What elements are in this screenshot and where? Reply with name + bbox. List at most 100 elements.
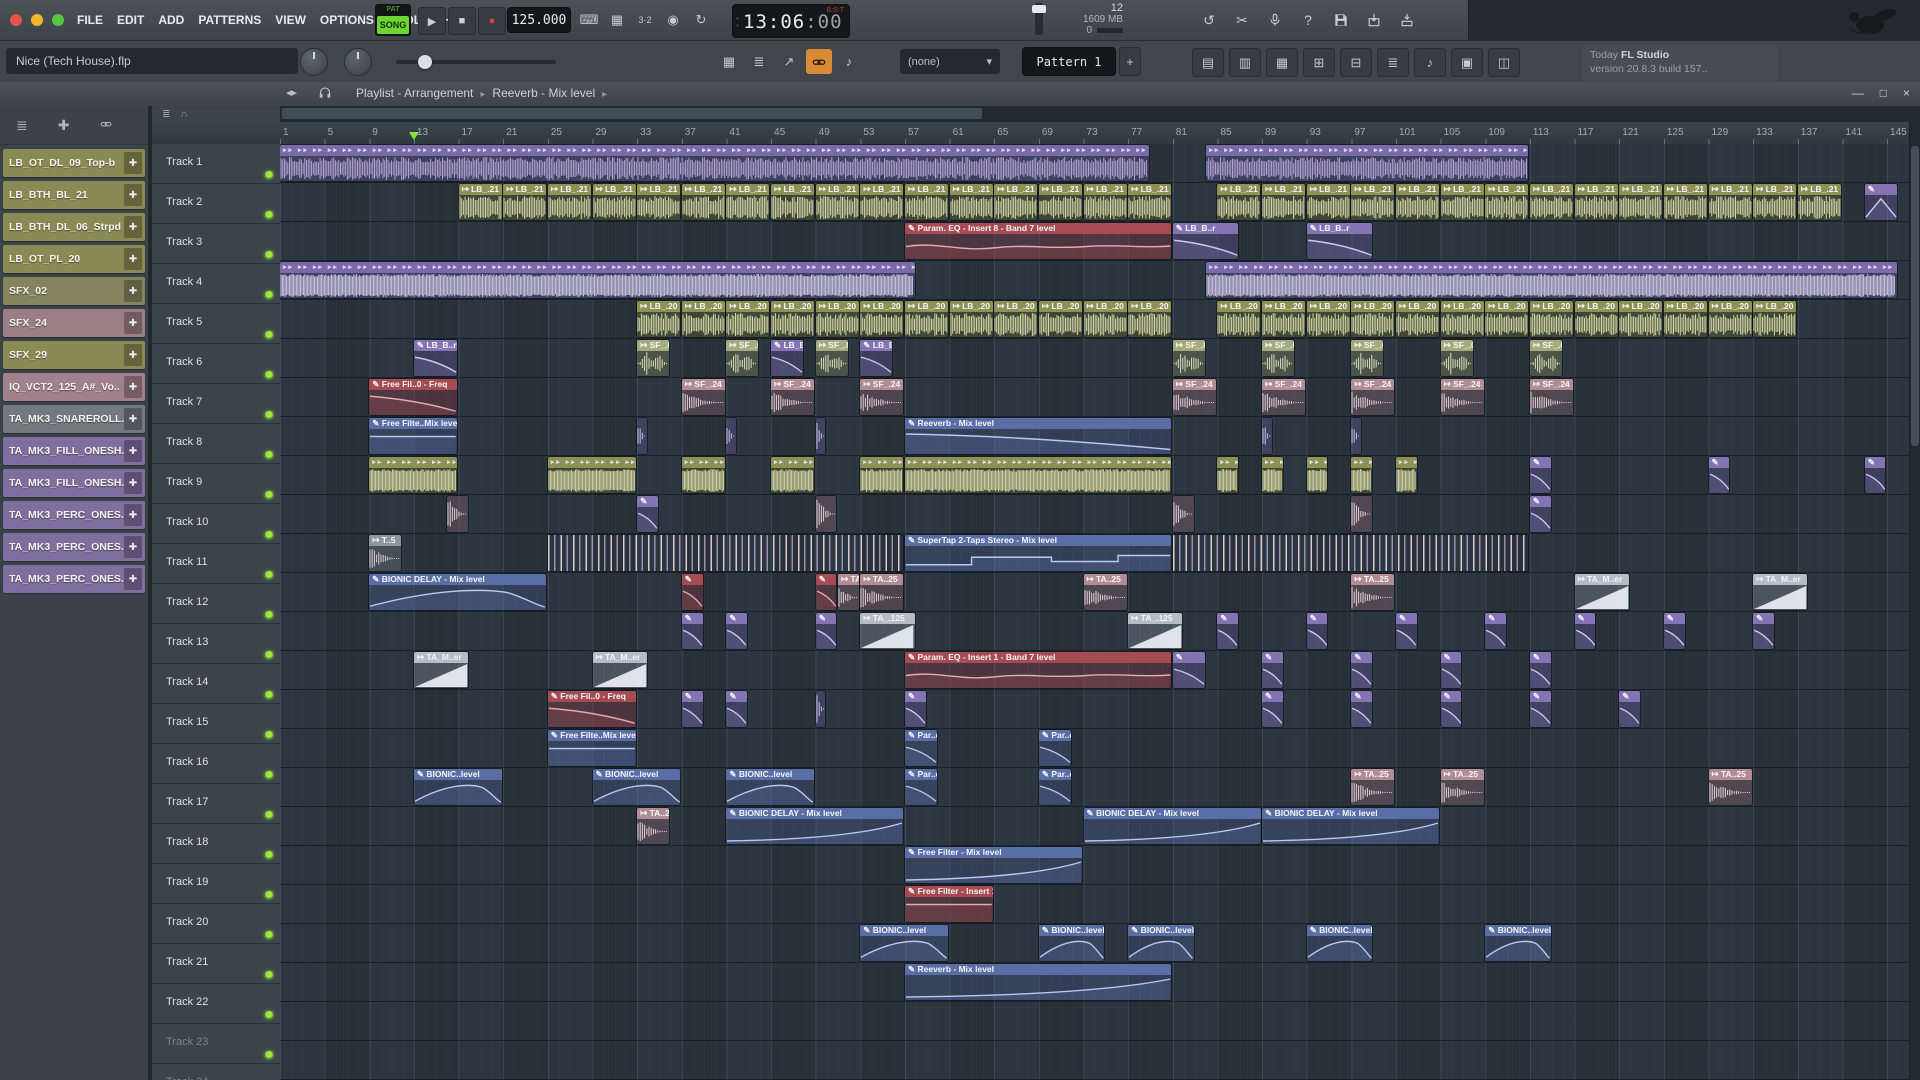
scrollbar-handle[interactable] — [282, 108, 982, 119]
audio-clip[interactable]: ↦ LB_.21 — [726, 184, 770, 220]
master-pitch-knob[interactable] — [344, 48, 372, 76]
audio-clip[interactable]: ↦ LB_.21 — [1396, 184, 1440, 220]
plugin-picker-button[interactable]: ▣ — [1451, 48, 1483, 77]
automation-clip[interactable]: ✎ — [1753, 613, 1774, 649]
automation-clip[interactable]: ✎ LB_B..r — [1306, 223, 1373, 259]
audio-clip[interactable]: ↦ LB_.20 — [1262, 301, 1306, 337]
menu-options[interactable]: OPTIONS — [313, 9, 381, 31]
audio-clip[interactable]: ↦ LB_.21 — [1574, 184, 1618, 220]
automation-clip[interactable]: ✎ — [681, 613, 703, 649]
time-mode-leds[interactable] — [736, 15, 739, 29]
track-header[interactable]: Track 10 — [152, 504, 280, 544]
audio-clip[interactable]: ↦ SF_.24 — [1351, 379, 1395, 415]
automation-clip[interactable]: ✎ BIONIC DELAY - Mix level — [1262, 808, 1440, 844]
audio-clip[interactable]: ↦ TA_.125 — [1128, 613, 1183, 649]
audio-clip[interactable]: ↦ LB_.20 — [815, 301, 859, 337]
help-icon[interactable]: ? — [1294, 7, 1322, 33]
audio-clip[interactable]: ↦ TA_.125 — [860, 613, 915, 649]
pattern-clip[interactable]: ▸▸ ▸▸ ▸▸ — [860, 457, 904, 493]
audio-clip[interactable]: ↦ SF_.02 — [815, 340, 848, 376]
track-header[interactable]: Track 3 — [152, 224, 280, 264]
horizontal-scrollbar[interactable] — [280, 106, 1920, 123]
audio-clip[interactable]: ↦ LB_.21 — [949, 184, 993, 220]
cut-icon[interactable]: ✂ — [1228, 7, 1256, 33]
breadcrumb-item[interactable]: Reeverb - Mix level — [492, 86, 595, 100]
audio-clip[interactable]: ↦ LB_.20 — [1396, 301, 1440, 337]
track-led[interactable] — [265, 251, 273, 259]
track-led[interactable] — [265, 331, 273, 339]
automation-clip[interactable]: ✎ Free Fil..0 - Freq — [547, 691, 636, 727]
drag-handle-icon[interactable]: ✚ — [124, 504, 142, 526]
move-icon[interactable]: ✚ — [58, 117, 70, 134]
automation-clip[interactable]: ✎ — [1529, 457, 1551, 493]
automation-clip[interactable]: ✎ Par..el — [1038, 730, 1071, 766]
export-icon[interactable] — [1360, 7, 1388, 33]
audio-clip[interactable]: ↦ LB_.21 — [1708, 184, 1752, 220]
audio-clip[interactable]: ↦ LB_.21 — [1351, 184, 1395, 220]
audio-clip[interactable]: ↦ LB_.20 — [1351, 301, 1395, 337]
pattern-clip[interactable]: ▸▸ ▸▸ ▸▸ ▸▸ ▸▸ ▸▸ ▸▸ ▸▸ ▸▸ ▸▸ ▸▸ ▸▸ ▸▸ ▸… — [1206, 262, 1897, 298]
audio-clip[interactable]: ↦ LB_.20 — [1663, 301, 1707, 337]
audio-clip[interactable]: ↦ LB_.20 — [1529, 301, 1573, 337]
automation-clip[interactable]: ✎ — [1351, 691, 1373, 727]
automation-clip[interactable]: ✎ — [1529, 691, 1551, 727]
audio-clip[interactable]: ↦ LB_.21 — [1083, 184, 1127, 220]
audio-clip[interactable] — [815, 418, 826, 454]
track-led[interactable] — [265, 691, 273, 699]
track-led[interactable] — [265, 371, 273, 379]
audio-clip[interactable]: ↦ SF_.02 — [1172, 340, 1205, 376]
playlist-titlebar[interactable]: ◂▸ Playlist - Arrangement ▸ Reeverb - Mix … — [0, 82, 1920, 107]
automation-clip[interactable]: ✎ — [637, 496, 658, 532]
step-edit-icon[interactable]: ▦ — [604, 7, 630, 33]
audio-clip[interactable]: ↦ LB_.21 — [1619, 184, 1663, 220]
automation-clip[interactable]: ✎ — [726, 613, 748, 649]
browser-item[interactable]: LB_OT_DL_09_Top-b ✚ — [3, 149, 145, 177]
audio-clip[interactable]: ↦ LB_.21 — [1753, 184, 1797, 220]
project-title-field[interactable]: Nice (Tech House).flp — [6, 48, 298, 74]
track-led[interactable] — [265, 531, 273, 539]
track-led[interactable] — [265, 851, 273, 859]
audio-clip[interactable]: ↦ LB_.21 — [1262, 184, 1306, 220]
automation-clip[interactable]: ✎ — [815, 613, 837, 649]
track-header[interactable]: Track 24 — [152, 1064, 280, 1080]
audio-clip[interactable]: ↦ LB_.20 — [1128, 301, 1172, 337]
pattern-clip[interactable]: ▸▸ ▸▸ ▸▸ ▸▸ ▸▸ ▸▸ — [547, 457, 636, 493]
audio-clip[interactable]: ↦ LB_.21 — [1485, 184, 1529, 220]
audio-clip[interactable]: ↦ TA_M..er — [592, 652, 647, 688]
automation-clip[interactable]: ✎ — [1351, 652, 1373, 688]
audio-clip[interactable]: ↦ T..5 — [369, 535, 402, 571]
audio-clip[interactable] — [726, 418, 737, 454]
track-led[interactable] — [265, 811, 273, 819]
automation-clip[interactable]: ✎ — [1708, 457, 1730, 493]
audio-clip[interactable]: ↦ TA..25 — [1708, 769, 1752, 805]
audio-clip[interactable]: ↦ LB_.21 — [592, 184, 636, 220]
close-window-icon[interactable] — [10, 14, 22, 26]
automation-clip[interactable]: ✎ — [1440, 691, 1462, 727]
link-icon[interactable] — [99, 117, 113, 133]
playlist-menu-icon[interactable]: ≣ — [162, 109, 180, 120]
automation-clip[interactable]: ✎ BIONIC..level — [413, 769, 502, 805]
audio-clip[interactable]: ↦ LB_.20 — [1574, 301, 1618, 337]
audio-clip[interactable]: ↦ SF_.02 — [1262, 340, 1295, 376]
menu-file[interactable]: FILE — [70, 9, 110, 31]
track-header[interactable]: Track 6 — [152, 344, 280, 384]
track-led[interactable] — [265, 651, 273, 659]
browser-item[interactable]: LB_BTH_DL_06_Strpd ✚ — [3, 213, 145, 241]
audio-clip[interactable]: ↦ SF_.02 — [726, 340, 759, 376]
browser-item[interactable]: TA_MK3_PERC_ONES.. ✚ — [3, 501, 145, 529]
browser-item[interactable]: SFX_24 ✚ — [3, 309, 145, 337]
audio-clip[interactable]: ↦ LB_.21 — [994, 184, 1038, 220]
browser-item[interactable]: TA_MK3_PERC_ONES.. ✚ — [3, 533, 145, 561]
track-header[interactable]: Track 9 — [152, 464, 280, 504]
add-pattern-button[interactable]: + — [1119, 47, 1141, 76]
audio-clip[interactable]: ↦ TA..25 — [860, 574, 904, 610]
track-led[interactable] — [265, 451, 273, 459]
automation-clip[interactable]: ✎ Free Filte..Mix level — [369, 418, 458, 454]
audio-clip[interactable]: ↦ TA_.2 — [838, 574, 859, 610]
browser-item[interactable]: TA_MK3_FILL_ONESH.. ✚ — [3, 469, 145, 497]
track-led[interactable] — [265, 491, 273, 499]
automation-clip[interactable]: ✎ — [1529, 652, 1551, 688]
play-button[interactable]: ▶ — [418, 7, 446, 35]
audio-clip[interactable]: ↦ LB_.21 — [1306, 184, 1350, 220]
tempo-tap-button[interactable]: ♪ — [1414, 48, 1446, 77]
